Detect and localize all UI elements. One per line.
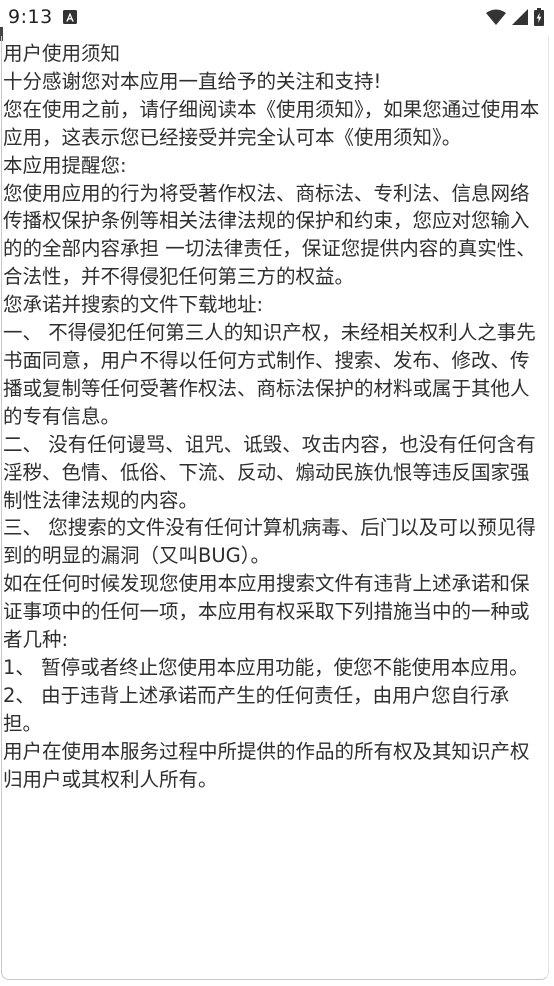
status-time: 9:13	[8, 6, 53, 28]
notice-paragraph: 二、 没有任何谩骂、诅咒、诋毁、攻击内容，也没有任何含有淫秽、色情、低俗、下流、…	[3, 432, 536, 512]
wifi-icon	[486, 9, 506, 25]
a-notification-icon	[62, 10, 77, 24]
notice-text: 用户使用须知 十分感谢您对本应用一直给予的关注和支持! 您在使用之前，请仔细阅读…	[2, 36, 548, 793]
notice-paragraph: 一、 不得侵犯任何第三人的知识产权，未经相关权利人之事先书面同意，用户不得以任何…	[3, 321, 536, 428]
status-left: 9:13	[8, 6, 77, 28]
notice-paragraph: 2、 由于违背上述承诺而产生的任何责任，由用户您自行承担。	[3, 683, 510, 735]
battery-charging-icon	[534, 8, 544, 26]
status-right	[486, 8, 544, 26]
notice-title: 用户使用须知	[3, 42, 121, 65]
notice-container[interactable]: 用户使用须知 十分感谢您对本应用一直给予的关注和支持! 您在使用之前，请仔细阅读…	[1, 36, 549, 980]
status-bar: 9:13	[0, 0, 554, 34]
notice-paragraph: 您承诺并搜索的文件下载地址:	[3, 293, 264, 317]
notice-paragraph: 三、 您搜索的文件没有任何计算机病毒、后门以及可以预见得到的明显的漏洞（又叫BU…	[3, 516, 536, 568]
notice-paragraph: 1、 暂停或者终止您使用本应用功能，使您不能使用本应用。	[3, 655, 529, 679]
notice-paragraph: 本应用提醒您:	[3, 153, 127, 177]
notice-paragraph: 您使用应用的行为将受著作权法、商标法、专利法、信息网络传播权保护条例等相关法律法…	[3, 181, 536, 289]
cell-signal-icon	[512, 9, 528, 25]
notice-paragraph: 用户在使用本服务过程中所提供的作品的所有权及其知识产权归用户或其权利人所有。	[3, 739, 530, 791]
notice-paragraph: 如在任何时候发现您使用本应用搜索文件有违背上述承诺和保证事项中的任何一项，本应用…	[3, 572, 530, 652]
notice-paragraph: 十分感谢您对本应用一直给予的关注和支持!	[3, 69, 382, 93]
notice-paragraph: 您在使用之前，请仔细阅读本《使用须知》，如果您通过使用本应用，这表示您已经接受并…	[3, 97, 540, 149]
